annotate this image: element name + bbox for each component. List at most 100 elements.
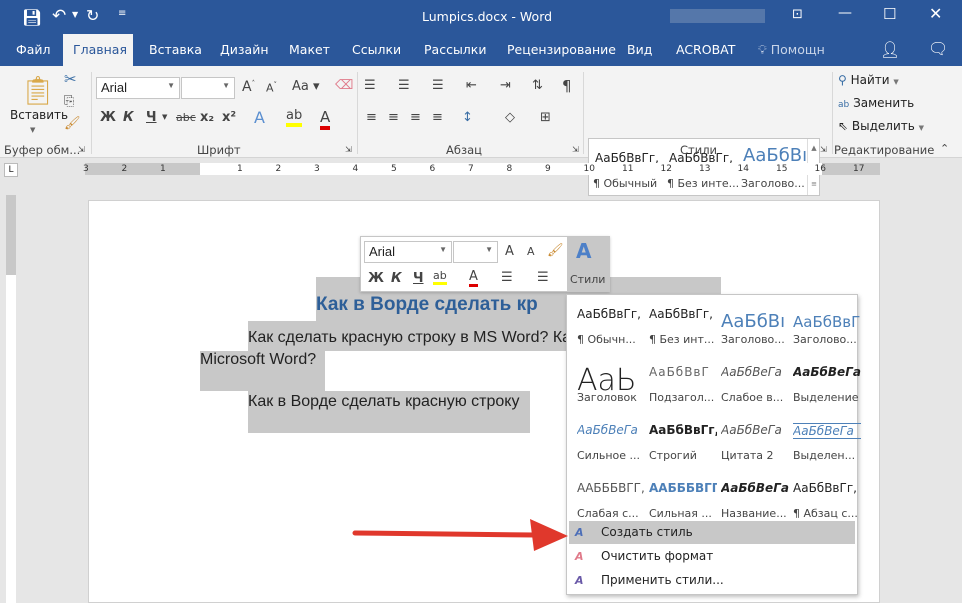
grow-font-icon[interactable]: A (505, 244, 514, 259)
style-gallery-item[interactable]: АаБбВвГг, ¶ Обычн... (569, 299, 641, 355)
save-icon[interactable]: 💾︎ (22, 8, 42, 27)
mini-styles-button[interactable]: A Стили (567, 237, 610, 292)
ribbon-display-icon[interactable]: ⊡ (792, 7, 803, 22)
menu-item-create-style[interactable]: A Создать стиль (569, 521, 855, 544)
tab-references[interactable]: Ссылки (342, 34, 411, 66)
mini-size-combo[interactable]: ▼ (453, 241, 498, 263)
sort-icon[interactable]: ⇅ (532, 78, 543, 93)
bullets-icon[interactable]: ☰ (364, 78, 376, 93)
subscript-button[interactable]: x₂ (200, 110, 214, 125)
copy-icon[interactable]: ⎘ (64, 94, 74, 109)
share-icon[interactable]: 👤︎ (880, 40, 900, 59)
numbering-icon[interactable]: ☰ (398, 78, 410, 93)
bold-button[interactable]: Ж (368, 271, 384, 286)
replace-button[interactable]: ab Заменить (838, 96, 914, 110)
collapse-ribbon-icon[interactable]: ⌃ (940, 142, 949, 155)
paragraph-launcher-icon[interactable]: ⇲ (572, 145, 579, 154)
style-gallery-item[interactable]: АаБбВı Заголово... (713, 299, 785, 355)
format-painter-icon[interactable]: 🖌︎ (547, 243, 564, 258)
cut-icon[interactable]: ✂ (64, 70, 77, 88)
menu-item-clear-formatting[interactable]: A Очистить формат (569, 545, 855, 568)
numbering-icon[interactable]: ☰ (537, 270, 549, 285)
underline-button[interactable]: Ч (146, 110, 157, 125)
style-gallery-item[interactable]: АаБбВеГа Слабое в... (713, 357, 785, 413)
clear-formatting-icon[interactable]: ⌫ (335, 78, 353, 93)
paste-icon[interactable]: 📋︎ (20, 74, 56, 107)
tab-mailings[interactable]: Рассылки (414, 34, 496, 66)
italic-button[interactable]: К (123, 110, 134, 125)
text-effects-icon[interactable]: A (254, 108, 265, 127)
tab-stop-selector[interactable]: L (4, 163, 18, 177)
align-right-icon[interactable]: ≡ (410, 110, 421, 125)
clipboard-launcher-icon[interactable]: ⇲ (78, 145, 85, 154)
multilevel-list-icon[interactable]: ☰ (432, 78, 444, 93)
horizontal-ruler[interactable]: 3 2 1 1 2 3 4 5 6 7 8 9 10 11 12 13 14 15 16 17 (83, 163, 880, 175)
style-gallery-item[interactable]: АаБбВвГ Заголово... (785, 299, 860, 355)
decrease-indent-icon[interactable]: ⇤ (466, 78, 477, 93)
tab-home[interactable]: Главная (63, 34, 133, 66)
style-gallery-item[interactable]: АаБбВвГг, Строгий (641, 415, 717, 471)
find-button[interactable]: ⚲ Найти ▼ (838, 73, 899, 87)
strikethrough-button[interactable]: abc (176, 111, 196, 124)
styles-launcher-icon[interactable]: ⇲ (820, 145, 827, 154)
align-center-icon[interactable]: ≡ (388, 110, 399, 125)
style-gallery-item[interactable]: АаБбВеГа Выделение (785, 357, 861, 413)
underline-button[interactable]: Ч (413, 271, 424, 286)
style-gallery-item[interactable]: АаБбВвГ Подзагол... (641, 357, 714, 413)
maximize-icon[interactable]: ☐ (883, 5, 896, 23)
font-size-combo[interactable]: ▼ (181, 77, 235, 99)
tab-acrobat[interactable]: ACROBAT (666, 34, 745, 66)
doc-heading[interactable]: Как в Ворде сделать кр (316, 294, 538, 316)
underline-dropdown-icon[interactable]: ▼ (162, 113, 167, 121)
paste-button[interactable]: Вставить (10, 108, 68, 122)
highlight-color-icon[interactable]: ab (433, 269, 447, 285)
format-painter-icon[interactable]: 🖌︎ (64, 116, 81, 131)
bullets-icon[interactable]: ☰ (501, 270, 513, 285)
undo-icon[interactable]: ↶ (52, 6, 66, 26)
italic-button[interactable]: К (391, 271, 402, 286)
select-button[interactable]: ⇖ Выделить ▼ (838, 119, 924, 133)
style-gallery-item[interactable]: АаЬ Заголовок (569, 357, 641, 413)
mini-font-combo[interactable]: Arial ▼ (364, 241, 452, 263)
borders-icon[interactable]: ⊞ (540, 110, 551, 125)
close-icon[interactable]: ✕ (929, 4, 942, 23)
align-left-icon[interactable]: ≡ (366, 110, 377, 125)
redo-icon[interactable]: ↻ (86, 6, 99, 25)
tell-me[interactable]: 💡︎ Помощн (748, 34, 835, 66)
line-spacing-icon[interactable]: ↕ (462, 110, 473, 125)
shading-icon[interactable]: ◇ (505, 110, 515, 125)
style-gallery-item[interactable]: АаБбВеГа Цитата 2 (713, 415, 785, 471)
justify-icon[interactable]: ≡ (432, 110, 443, 125)
tab-insert[interactable]: Вставка (139, 34, 212, 66)
tab-review[interactable]: Рецензирование (497, 34, 626, 66)
show-marks-button[interactable]: ¶ (562, 77, 572, 95)
paste-dropdown-icon[interactable]: ▼ (30, 126, 35, 134)
tab-design[interactable]: Дизайн (210, 34, 279, 66)
minimize-icon[interactable]: — (838, 5, 852, 21)
doc-paragraph-2[interactable]: Как в Ворде сделать красную строку (248, 393, 519, 411)
superscript-button[interactable]: x² (222, 110, 236, 125)
highlight-color-icon[interactable]: ab (286, 108, 303, 127)
style-gallery-item[interactable]: АаБбВеГа Сильное ... (569, 415, 641, 471)
font-color-icon[interactable]: A (320, 108, 331, 130)
doc-paragraph-1[interactable]: Как сделать красную строку в MS Word? Ка (248, 329, 571, 347)
tab-file[interactable]: Файл (6, 34, 61, 66)
shrink-font-icon[interactable]: A (527, 245, 535, 258)
undo-dropdown-icon[interactable]: ▼ (72, 10, 78, 19)
increase-indent-icon[interactable]: ⇥ (500, 78, 511, 93)
font-launcher-icon[interactable]: ⇲ (345, 145, 352, 154)
style-gallery-item[interactable]: АаБбВеГа Выделен... (785, 415, 861, 471)
tab-view[interactable]: Вид (617, 34, 662, 66)
customize-icon[interactable]: ≡ (118, 8, 126, 19)
vertical-ruler[interactable] (6, 195, 16, 603)
tab-layout[interactable]: Макет (279, 34, 340, 66)
font-name-combo[interactable]: Arial ▼ (96, 77, 180, 99)
change-case-button[interactable]: Aa ▾ (292, 79, 320, 94)
shrink-font-icon[interactable]: A˅ (266, 81, 277, 95)
style-gallery-item[interactable]: АаБбВвГг, ¶ Без инт... (641, 299, 714, 355)
font-color-icon[interactable]: A (469, 269, 478, 287)
grow-font-icon[interactable]: A˄ (242, 79, 255, 95)
bold-button[interactable]: Ж (100, 110, 116, 125)
comments-icon[interactable]: 🗨︎ (928, 39, 948, 58)
doc-paragraph-1-cont[interactable]: Microsoft Word? (200, 351, 316, 369)
